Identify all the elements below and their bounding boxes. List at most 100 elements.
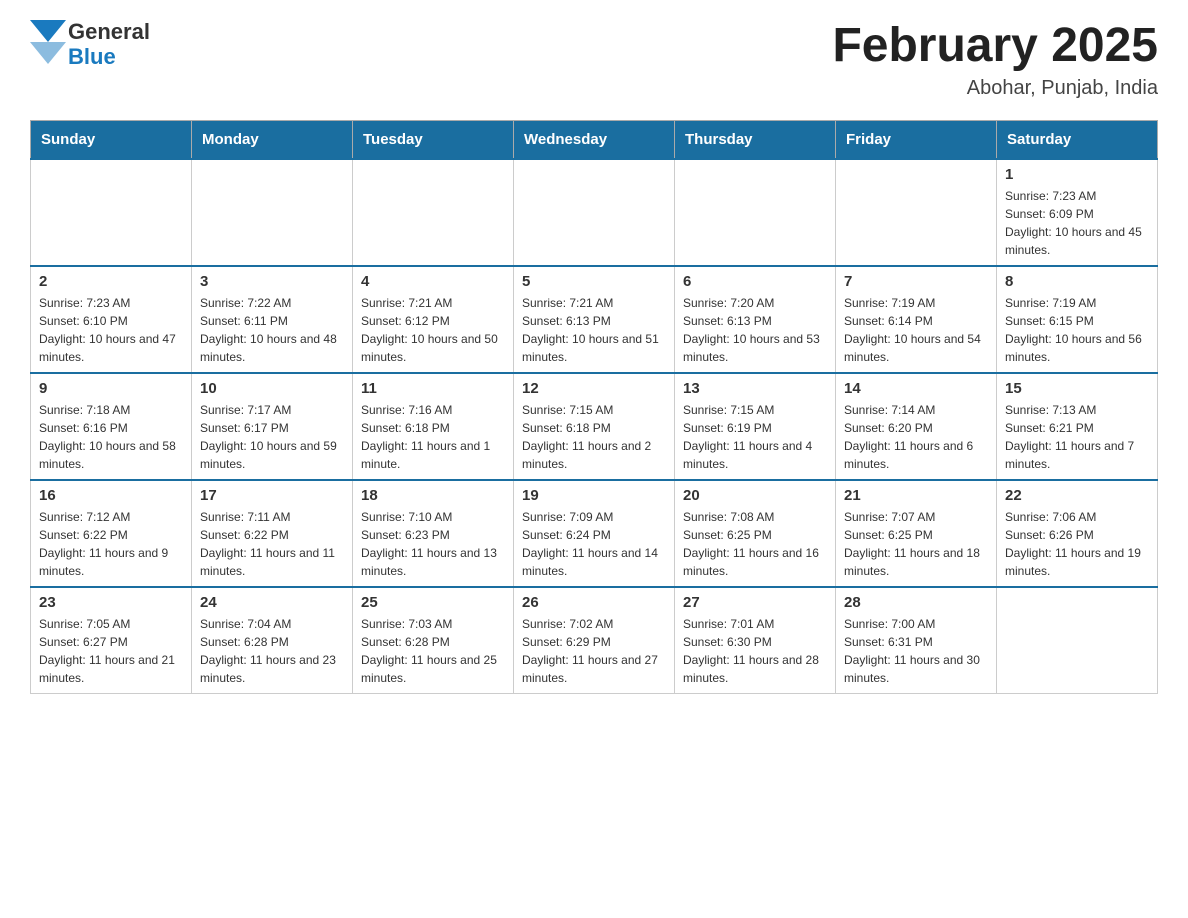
day-number: 26: [522, 594, 666, 611]
weekday-header-sunday: Sunday: [31, 120, 192, 159]
day-info: Sunrise: 7:01 AMSunset: 6:30 PMDaylight:…: [683, 615, 827, 687]
calendar-cell: 15Sunrise: 7:13 AMSunset: 6:21 PMDayligh…: [997, 373, 1158, 480]
week-row-1: 1 Sunrise: 7:23 AMSunset: 6:09 PMDaylight…: [31, 159, 1158, 266]
calendar-cell: 14 Sunrise: 7:14 AMSunset: 6:20 PMDayligh…: [836, 373, 997, 480]
calendar-cell: 18 Sunrise: 7:10 AMSunset: 6:23 PMDayligh…: [353, 480, 514, 587]
day-number: 5: [522, 273, 666, 290]
day-info: Sunrise: 7:23 AMSunset: 6:09 PMDaylight:…: [1005, 187, 1149, 259]
weekday-header-saturday: Saturday: [997, 120, 1158, 159]
calendar-cell: 27 Sunrise: 7:01 AMSunset: 6:30 PMDayligh…: [675, 587, 836, 694]
calendar-cell: 3 Sunrise: 7:22 AMSunset: 6:11 PMDaylight…: [192, 266, 353, 373]
day-info: Sunrise: 7:23 AMSunset: 6:10 PMDaylight:…: [39, 294, 183, 366]
calendar-cell: [353, 159, 514, 266]
weekday-header-row: SundayMondayTuesdayWednesdayThursdayFrid…: [31, 120, 1158, 159]
day-number: 17: [200, 487, 344, 504]
day-number: 11: [361, 380, 505, 397]
logo-text: General Blue: [68, 20, 150, 68]
calendar-cell: 16Sunrise: 7:12 AMSunset: 6:22 PMDayligh…: [31, 480, 192, 587]
calendar-cell: [836, 159, 997, 266]
calendar-cell: [675, 159, 836, 266]
day-info: Sunrise: 7:15 AMSunset: 6:19 PMDaylight:…: [683, 401, 827, 473]
day-number: 18: [361, 487, 505, 504]
day-number: 14: [844, 380, 988, 397]
day-number: 28: [844, 594, 988, 611]
day-number: 21: [844, 487, 988, 504]
logo-icon: [30, 20, 66, 69]
title-block: February 2025 Abohar, Punjab, India: [832, 20, 1158, 100]
calendar-cell: 24 Sunrise: 7:04 AMSunset: 6:28 PMDayligh…: [192, 587, 353, 694]
calendar-cell: 21 Sunrise: 7:07 AMSunset: 6:25 PMDayligh…: [836, 480, 997, 587]
calendar-cell: 11Sunrise: 7:16 AMSunset: 6:18 PMDayligh…: [353, 373, 514, 480]
calendar-cell: 19 Sunrise: 7:09 AMSunset: 6:24 PMDayligh…: [514, 480, 675, 587]
page-header: General Blue February 2025 Abohar, Punja…: [30, 20, 1158, 100]
weekday-header-thursday: Thursday: [675, 120, 836, 159]
weekday-header-friday: Friday: [836, 120, 997, 159]
day-info: Sunrise: 7:19 AMSunset: 6:14 PMDaylight:…: [844, 294, 988, 366]
day-number: 12: [522, 380, 666, 397]
weekday-header-wednesday: Wednesday: [514, 120, 675, 159]
day-number: 1: [1005, 166, 1149, 183]
day-number: 15: [1005, 380, 1149, 397]
calendar-cell: 10 Sunrise: 7:17 AMSunset: 6:17 PMDayligh…: [192, 373, 353, 480]
week-row-3: 9Sunrise: 7:18 AMSunset: 6:16 PMDaylight…: [31, 373, 1158, 480]
day-info: Sunrise: 7:19 AMSunset: 6:15 PMDaylight:…: [1005, 294, 1149, 366]
logo-general: General: [68, 20, 150, 44]
day-info: Sunrise: 7:08 AMSunset: 6:25 PMDaylight:…: [683, 508, 827, 580]
calendar-cell: 25 Sunrise: 7:03 AMSunset: 6:28 PMDayligh…: [353, 587, 514, 694]
day-number: 10: [200, 380, 344, 397]
day-number: 6: [683, 273, 827, 290]
day-info: Sunrise: 7:18 AMSunset: 6:16 PMDaylight:…: [39, 401, 183, 473]
calendar-cell: 28 Sunrise: 7:00 AMSunset: 6:31 PMDayligh…: [836, 587, 997, 694]
calendar-cell: [31, 159, 192, 266]
day-number: 24: [200, 594, 344, 611]
weekday-header-monday: Monday: [192, 120, 353, 159]
day-info: Sunrise: 7:10 AMSunset: 6:23 PMDaylight:…: [361, 508, 505, 580]
calendar-table: SundayMondayTuesdayWednesdayThursdayFrid…: [30, 120, 1158, 694]
day-info: Sunrise: 7:22 AMSunset: 6:11 PMDaylight:…: [200, 294, 344, 366]
calendar-cell: 7 Sunrise: 7:19 AMSunset: 6:14 PMDaylight…: [836, 266, 997, 373]
day-info: Sunrise: 7:14 AMSunset: 6:20 PMDaylight:…: [844, 401, 988, 473]
day-number: 25: [361, 594, 505, 611]
day-number: 27: [683, 594, 827, 611]
day-info: Sunrise: 7:02 AMSunset: 6:29 PMDaylight:…: [522, 615, 666, 687]
day-number: 7: [844, 273, 988, 290]
day-number: 2: [39, 273, 183, 290]
calendar-cell: 20 Sunrise: 7:08 AMSunset: 6:25 PMDayligh…: [675, 480, 836, 587]
day-number: 22: [1005, 487, 1149, 504]
calendar-cell: [514, 159, 675, 266]
day-info: Sunrise: 7:03 AMSunset: 6:28 PMDaylight:…: [361, 615, 505, 687]
day-info: Sunrise: 7:05 AMSunset: 6:27 PMDaylight:…: [39, 615, 183, 687]
calendar-cell: 12 Sunrise: 7:15 AMSunset: 6:18 PMDayligh…: [514, 373, 675, 480]
calendar-cell: 23 Sunrise: 7:05 AMSunset: 6:27 PMDayligh…: [31, 587, 192, 694]
day-info: Sunrise: 7:20 AMSunset: 6:13 PMDaylight:…: [683, 294, 827, 366]
logo: General Blue: [30, 20, 150, 69]
day-number: 4: [361, 273, 505, 290]
day-info: Sunrise: 7:17 AMSunset: 6:17 PMDaylight:…: [200, 401, 344, 473]
day-number: 19: [522, 487, 666, 504]
day-info: Sunrise: 7:06 AMSunset: 6:26 PMDaylight:…: [1005, 508, 1149, 580]
day-number: 13: [683, 380, 827, 397]
month-title: February 2025: [832, 20, 1158, 73]
logo-blue: Blue: [68, 45, 150, 69]
day-info: Sunrise: 7:15 AMSunset: 6:18 PMDaylight:…: [522, 401, 666, 473]
day-info: Sunrise: 7:00 AMSunset: 6:31 PMDaylight:…: [844, 615, 988, 687]
day-info: Sunrise: 7:21 AMSunset: 6:12 PMDaylight:…: [361, 294, 505, 366]
day-info: Sunrise: 7:09 AMSunset: 6:24 PMDaylight:…: [522, 508, 666, 580]
day-info: Sunrise: 7:11 AMSunset: 6:22 PMDaylight:…: [200, 508, 344, 580]
calendar-cell: [997, 587, 1158, 694]
day-number: 3: [200, 273, 344, 290]
day-number: 23: [39, 594, 183, 611]
day-number: 20: [683, 487, 827, 504]
calendar-cell: 2 Sunrise: 7:23 AMSunset: 6:10 PMDaylight…: [31, 266, 192, 373]
day-number: 8: [1005, 273, 1149, 290]
day-info: Sunrise: 7:07 AMSunset: 6:25 PMDaylight:…: [844, 508, 988, 580]
calendar-cell: [192, 159, 353, 266]
weekday-header-tuesday: Tuesday: [353, 120, 514, 159]
day-info: Sunrise: 7:04 AMSunset: 6:28 PMDaylight:…: [200, 615, 344, 687]
calendar-cell: 4 Sunrise: 7:21 AMSunset: 6:12 PMDaylight…: [353, 266, 514, 373]
calendar-cell: 6 Sunrise: 7:20 AMSunset: 6:13 PMDaylight…: [675, 266, 836, 373]
calendar-cell: 17 Sunrise: 7:11 AMSunset: 6:22 PMDayligh…: [192, 480, 353, 587]
calendar-cell: 26 Sunrise: 7:02 AMSunset: 6:29 PMDayligh…: [514, 587, 675, 694]
day-info: Sunrise: 7:21 AMSunset: 6:13 PMDaylight:…: [522, 294, 666, 366]
calendar-cell: 9Sunrise: 7:18 AMSunset: 6:16 PMDaylight…: [31, 373, 192, 480]
